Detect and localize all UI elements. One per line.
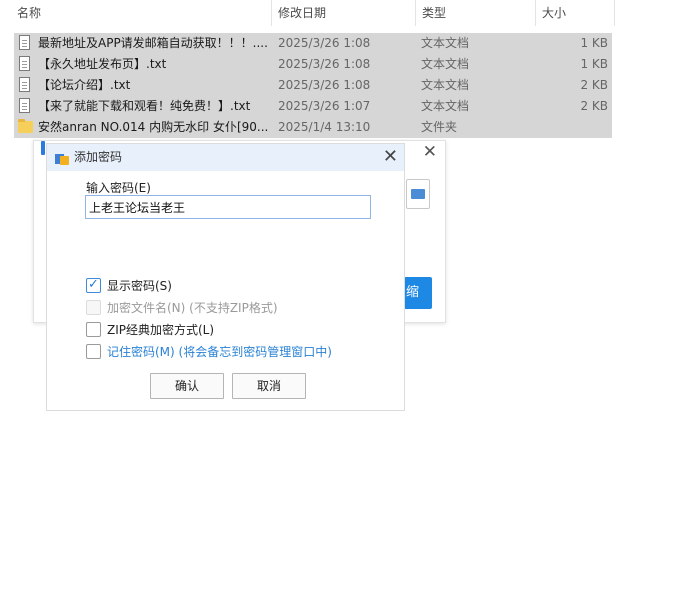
file-date: 2025/3/26 1:07 xyxy=(278,99,371,113)
close-icon[interactable]: ✕ xyxy=(423,142,437,162)
browse-folder-button[interactable] xyxy=(406,179,430,209)
file-date: 2025/3/26 1:08 xyxy=(278,36,371,50)
add-password-dialog: 添加密码 ✕ 输入密码(E) 显示密码(S) 加密文件名(N) (不支持ZIP格… xyxy=(41,141,405,411)
column-divider[interactable] xyxy=(415,0,416,26)
file-name: 【来了就能下载和观看！纯免费！】.txt xyxy=(38,99,251,113)
password-label: 输入密码(E) xyxy=(86,181,151,195)
password-input[interactable] xyxy=(85,195,371,219)
app-icon xyxy=(55,151,69,165)
encrypt-filenames-label: 加密文件名(N) (不支持ZIP格式) xyxy=(107,301,278,315)
file-size: 2 KB xyxy=(580,99,608,113)
file-size: 1 KB xyxy=(580,36,608,50)
file-type: 文本文档 xyxy=(421,36,470,50)
file-date: 2025/3/26 1:08 xyxy=(278,78,371,92)
file-row[interactable]: 【永久地址发布页】.txt 2025/3/26 1:08 文本文档 1 KB xyxy=(14,54,612,75)
show-password-checkbox[interactable] xyxy=(86,277,101,293)
pin-icon xyxy=(41,141,45,155)
text-file-icon xyxy=(19,35,30,50)
ok-button[interactable]: 确认 xyxy=(150,373,224,399)
file-name: 【永久地址发布页】.txt xyxy=(38,57,167,71)
dialog-title: 添加密码 xyxy=(74,150,123,164)
file-type: 文本文档 xyxy=(421,57,470,71)
file-list-header: ⌃ 名称 修改日期 类型 大小 xyxy=(0,0,616,26)
file-date: 2025/3/26 1:08 xyxy=(278,57,371,71)
file-type: 文件夹 xyxy=(421,120,458,134)
column-header-type[interactable]: 类型 xyxy=(422,0,446,26)
column-header-name[interactable]: 名称 xyxy=(17,0,41,26)
text-file-icon xyxy=(19,77,30,92)
file-row[interactable]: 【论坛介绍】.txt 2025/3/26 1:08 文本文档 2 KB xyxy=(14,75,612,96)
file-name: 【论坛介绍】.txt xyxy=(38,78,131,92)
file-size: 2 KB xyxy=(580,78,608,92)
encrypt-filenames-checkbox xyxy=(86,300,101,315)
file-type: 文本文档 xyxy=(421,99,470,113)
file-date: 2025/1/4 13:10 xyxy=(278,120,371,134)
column-header-date[interactable]: 修改日期 xyxy=(278,0,326,26)
file-row[interactable]: 安然anran NO.014 内购无水印 女仆[90... 2025/1/4 1… xyxy=(14,117,612,138)
column-divider[interactable] xyxy=(614,0,615,26)
zip-classic-checkbox[interactable] xyxy=(86,322,101,337)
show-password-label: 显示密码(S) xyxy=(107,279,172,293)
cancel-button[interactable]: 取消 xyxy=(232,373,306,399)
text-file-icon xyxy=(19,98,30,113)
remember-password-label: 记住密码(M) (将会备忘到密码管理窗口中) xyxy=(107,345,332,359)
close-icon[interactable]: ✕ xyxy=(383,146,398,168)
file-name: 安然anran NO.014 内购无水印 女仆[90... xyxy=(38,120,269,134)
text-file-icon xyxy=(19,56,30,71)
column-divider[interactable] xyxy=(271,0,272,26)
file-row[interactable]: 最新地址及APP请发邮箱自动获取！！！.... 2025/3/26 1:08 文… xyxy=(14,33,612,54)
file-name: 最新地址及APP请发邮箱自动获取！！！.... xyxy=(38,36,268,50)
remember-password-checkbox[interactable] xyxy=(86,344,101,359)
sort-caret-icon: ⌃ xyxy=(136,0,143,6)
file-size: 1 KB xyxy=(580,57,608,71)
column-header-size[interactable]: 大小 xyxy=(542,0,566,26)
zip-classic-label: ZIP经典加密方式(L) xyxy=(107,323,215,337)
column-divider[interactable] xyxy=(535,0,536,26)
file-type: 文本文档 xyxy=(421,78,470,92)
folder-icon xyxy=(18,119,33,133)
folder-icon xyxy=(411,189,425,199)
file-row[interactable]: 【来了就能下载和观看！纯免费！】.txt 2025/3/26 1:07 文本文档… xyxy=(14,96,612,117)
dialog-titlebar: 添加密码 ✕ xyxy=(41,141,404,171)
compress-button[interactable]: 缩 xyxy=(404,277,432,309)
